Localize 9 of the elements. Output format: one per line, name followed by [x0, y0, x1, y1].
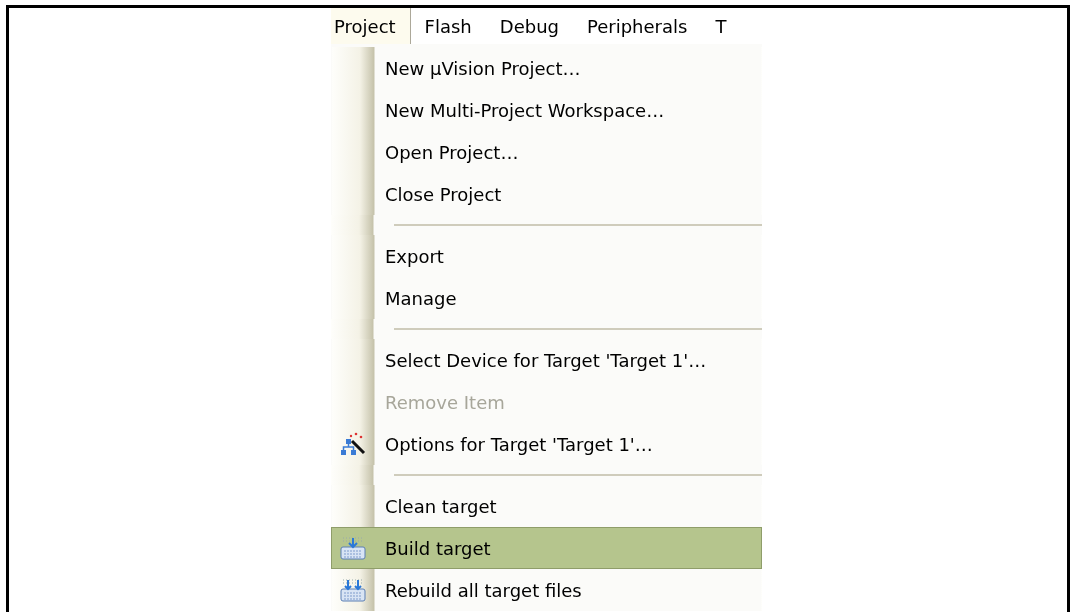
wand-icon — [340, 431, 366, 457]
build-icon — [339, 535, 367, 561]
menu-bar-item[interactable]: Peripherals — [572, 8, 702, 44]
menu-bar-item[interactable]: Project — [331, 8, 411, 44]
menu-item[interactable]: Build target — [331, 527, 762, 569]
menu-bar-item[interactable]: T — [701, 8, 727, 44]
rebuild-icon — [339, 577, 367, 603]
menu-bar-item[interactable]: Debug — [485, 8, 573, 44]
menu-bar-item[interactable]: Flash — [410, 8, 486, 44]
